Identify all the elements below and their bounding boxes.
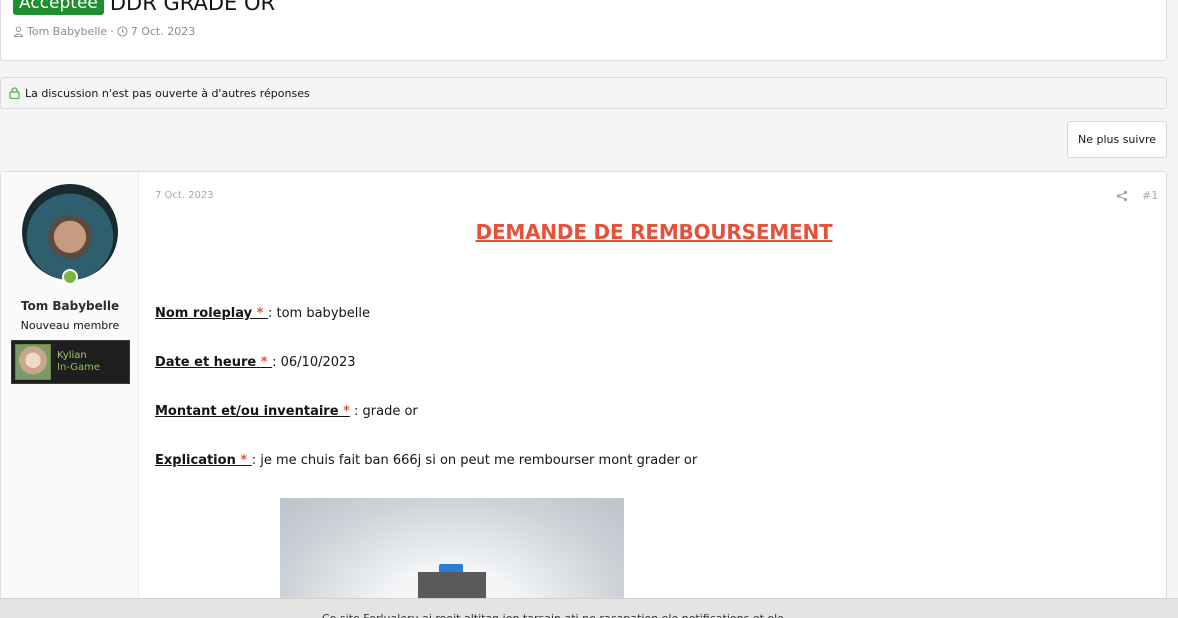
meta-separator: · [110,25,114,38]
user-icon [13,26,24,37]
thread-author[interactable]: Tom Babybelle [27,25,107,38]
field-label: Date et heure [155,355,257,370]
game-player-name: Kylian [57,350,87,361]
game-status-text: Kylian In-Game [57,350,100,374]
field-explication: Explication * : je me chuis fait ban 666… [155,453,697,468]
cookie-notice: Ce site Forlualeru ai rooit altitan ion … [0,598,1178,618]
field-value: : grade or [349,404,418,419]
post-date[interactable]: 7 Oct. 2023 [155,190,214,201]
game-avatar [15,344,51,380]
field-label: Explication [155,453,236,468]
thread-meta: Tom Babybelle · 7 Oct. 2023 [13,25,195,38]
game-status-card[interactable]: Kylian In-Game [11,340,130,384]
field-nom-roleplay: Nom roleplay * : tom babybelle [155,306,370,321]
title-row: Acceptée DDR GRADE OR [13,0,275,16]
share-icon[interactable] [1116,190,1128,202]
post: Tom Babybelle Nouveau membre Kylian In-G… [0,171,1167,618]
required-mark: * [343,404,350,419]
avatar[interactable] [22,184,118,280]
online-status-icon [62,269,78,285]
post-user-panel: Tom Babybelle Nouveau membre Kylian In-G… [1,172,139,617]
user-title: Nouveau membre [20,319,120,332]
status-badge[interactable]: Acceptée [13,0,104,15]
unfollow-button[interactable]: Ne plus suivre [1067,121,1167,158]
required-mark: * [240,453,248,468]
field-montant: Montant et/ou inventaire * : grade or [155,404,418,419]
thread-date[interactable]: 7 Oct. 2023 [131,25,196,38]
post-username[interactable]: Tom Babybelle [1,299,139,313]
thread-header: Acceptée DDR GRADE OR Tom Babybelle · 7 … [0,0,1167,61]
clock-icon [117,26,128,37]
field-date-heure: Date et heure * : 06/10/2023 [155,355,356,370]
field-value: : 06/10/2023 [272,355,356,370]
post-heading: DEMANDE DE REMBOURSEMENT [475,220,833,244]
field-value: : je me chuis fait ban 666j si on peut m… [251,453,698,468]
locked-notice-text: La discussion n'est pas ouverte à d'autr… [25,86,310,100]
field-value: : tom babybelle [267,306,370,321]
thread-title: DDR GRADE OR [109,0,276,15]
field-label: Montant et/ou inventaire [155,404,339,419]
field-label: Nom roleplay [155,306,253,321]
required-mark: * [260,355,268,370]
locked-notice: La discussion n'est pas ouverte à d'autr… [0,77,1167,109]
required-mark: * [256,306,264,321]
lock-icon [9,87,20,99]
post-number[interactable]: #1 [1142,189,1158,202]
game-status: In-Game [57,362,101,373]
